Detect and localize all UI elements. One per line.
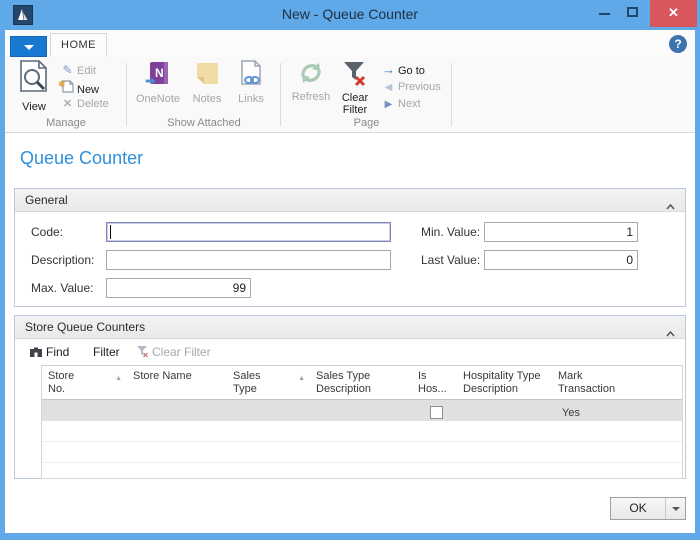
refresh-icon (298, 77, 324, 89)
next-icon: ▶ (381, 97, 396, 113)
ok-button[interactable]: OK (610, 497, 686, 520)
previous-icon: ◀ (381, 80, 396, 96)
onenote-icon: N (145, 60, 171, 91)
page-title: Queue Counter (20, 148, 143, 169)
notes-button: Notes (187, 60, 227, 105)
min-value-field[interactable]: 1 (484, 222, 638, 242)
minimize-icon[interactable] (599, 13, 610, 15)
delete-icon: ✕ (60, 96, 75, 112)
sort-arrow-icon[interactable]: ▲ (298, 372, 305, 385)
close-icon[interactable]: ✕ (650, 0, 697, 27)
app-menu-button[interactable] (10, 36, 47, 57)
is-hospitality-checkbox[interactable] (430, 406, 443, 419)
notes-icon (195, 79, 220, 91)
description-label: Description: (31, 253, 94, 267)
filter-button[interactable]: Filter (93, 343, 120, 363)
app-window: New - Queue Counter ✕ HOME ? View (0, 0, 700, 540)
onenote-button: N OneNote (133, 60, 183, 105)
group-label-show-attached: Show Attached (127, 117, 281, 129)
links-button: Links (231, 60, 271, 105)
ok-dropdown[interactable] (665, 498, 685, 519)
mark-transaction-value: Yes (552, 400, 682, 423)
refresh-button: Refresh (289, 60, 333, 103)
description-field[interactable] (106, 250, 391, 270)
collapse-chevron-icon[interactable] (666, 324, 675, 342)
table-header-row: StoreNo.▲ Store Name SalesType▲ Sales Ty… (42, 366, 682, 400)
goto-button[interactable]: →Go to (381, 62, 425, 79)
col-is-hospitality[interactable]: IsHos... (412, 366, 457, 399)
ribbon: View ✎Edit ✱ New ✕Delete Manage N (5, 57, 695, 133)
sort-arrow-icon[interactable]: ▲ (115, 372, 122, 385)
list-toolbar: Find Filter Clear Filter (23, 343, 677, 363)
group-label-page: Page (281, 117, 452, 129)
view-label: View (13, 101, 55, 113)
view-icon (19, 87, 49, 99)
svg-text:N: N (155, 66, 164, 80)
star-icon: ✱ (58, 76, 66, 92)
group-separator (451, 63, 452, 126)
code-field[interactable] (106, 222, 391, 242)
table-row-empty[interactable] (42, 442, 682, 463)
clear-filter-small-icon (136, 345, 149, 358)
window-title: New - Queue Counter (0, 6, 700, 22)
tab-home[interactable]: HOME (50, 33, 107, 57)
last-value-field[interactable]: 0 (484, 250, 638, 270)
maximize-icon[interactable] (627, 7, 638, 17)
chevron-down-icon (672, 507, 680, 511)
clear-filter-list-button: Clear Filter (136, 343, 211, 363)
collapse-chevron-icon[interactable] (666, 197, 675, 215)
col-sales-type-description[interactable]: Sales TypeDescription (310, 366, 412, 399)
fasttab-general: General Code: Min. Value: 1 Description:… (14, 188, 686, 307)
col-store-name[interactable]: Store Name (127, 366, 227, 399)
code-label: Code: (31, 225, 63, 239)
fasttab-store-queue-counters: Store Queue Counters Find Filter Clear F… (14, 315, 686, 479)
chevron-down-icon (24, 45, 34, 50)
fasttab-store-header[interactable]: Store Queue Counters (15, 316, 685, 339)
col-mark-transaction[interactable]: MarkTransaction (552, 366, 682, 399)
ok-label: OK (611, 498, 665, 519)
text-caret (110, 225, 111, 239)
goto-arrow-icon: → (381, 62, 396, 78)
ribbon-group-page: Refresh ClearFilter →Go to ◀Previous ▶Ne… (281, 57, 452, 132)
clear-filter-icon (341, 60, 369, 90)
last-value-label: Last Value: (421, 253, 480, 267)
max-value-label: Max. Value: (31, 281, 93, 295)
table-row-empty[interactable] (42, 463, 682, 476)
fasttab-general-title: General (25, 193, 68, 207)
binoculars-icon (29, 346, 43, 358)
links-icon (239, 79, 263, 91)
store-counters-table: StoreNo.▲ Store Name SalesType▲ Sales Ty… (41, 365, 683, 479)
ribbon-tab-row: HOME ? (5, 30, 695, 57)
ribbon-group-manage: View ✎Edit ✱ New ✕Delete Manage (5, 57, 127, 132)
clear-filter-button[interactable]: ClearFilter (335, 60, 375, 116)
ribbon-group-show-attached: N OneNote Notes (127, 57, 281, 132)
find-button[interactable]: Find (29, 343, 69, 363)
page-content: Queue Counter General Code: Min. Value: … (5, 133, 695, 533)
fasttab-general-header[interactable]: General (15, 189, 685, 212)
previous-button: ◀Previous (381, 79, 441, 96)
col-store-no[interactable]: StoreNo.▲ (42, 366, 127, 399)
new-button[interactable]: ✱ New (60, 79, 99, 96)
max-value-field[interactable]: 99 (106, 278, 251, 298)
help-icon[interactable]: ? (669, 35, 687, 53)
min-value-label: Min. Value: (421, 225, 480, 239)
delete-button: ✕Delete (60, 96, 109, 113)
table-row-empty[interactable] (42, 421, 682, 442)
fasttab-store-title: Store Queue Counters (25, 320, 145, 334)
group-label-manage: Manage (5, 117, 127, 129)
col-sales-type[interactable]: SalesType▲ (227, 366, 310, 399)
table-row[interactable]: Yes (42, 400, 682, 421)
col-hospitality-type-description[interactable]: Hospitality TypeDescription (457, 366, 552, 399)
view-button[interactable]: View (13, 60, 55, 113)
titlebar[interactable]: New - Queue Counter ✕ (0, 0, 700, 30)
next-button: ▶Next (381, 96, 421, 113)
